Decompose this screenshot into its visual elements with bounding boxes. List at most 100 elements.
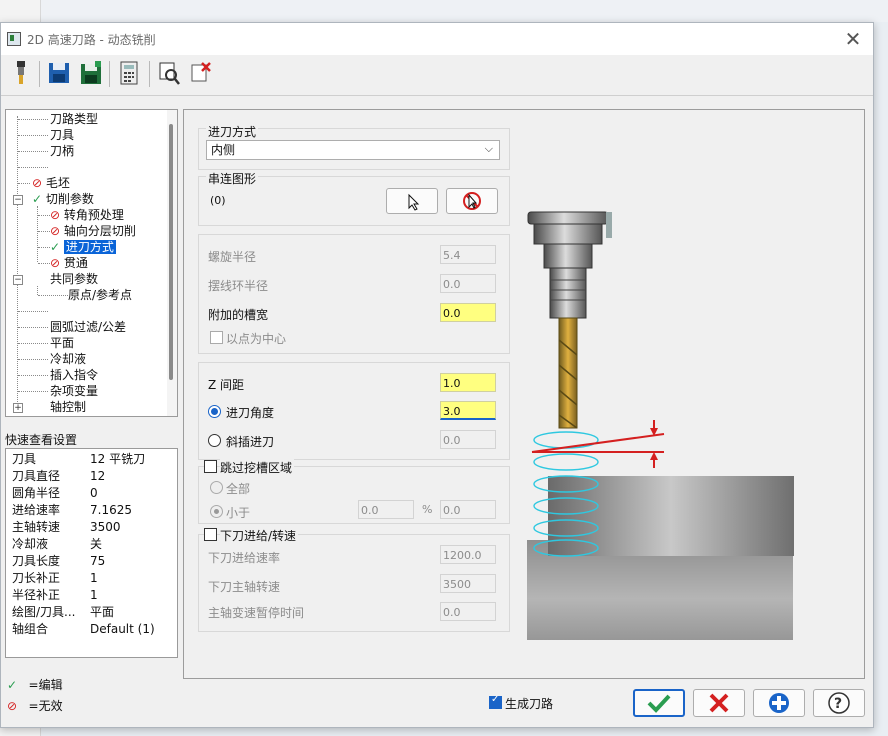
quick-settings-title: 快速查看设置 <box>5 433 78 447</box>
cancel-button[interactable] <box>693 689 745 717</box>
entry-angle-radio[interactable] <box>208 405 221 418</box>
tree-item-label: 插入指令 <box>50 368 99 382</box>
row-key: 进给速率 <box>12 503 61 517</box>
plunge-checkbox[interactable] <box>204 528 217 541</box>
invalid-icon: ⊘ <box>50 208 61 222</box>
percent-label: % <box>422 503 433 516</box>
edited-icon: ✓ <box>50 240 61 254</box>
less-than-radio[interactable] <box>210 505 223 518</box>
chevron-down-icon: ⌵ <box>484 142 493 155</box>
help-button[interactable]: ? <box>813 689 865 717</box>
table-row: 轴组合 Default (1) <box>12 621 172 638</box>
tree-item-corner-preprocess[interactable]: ⊘ 转角预处理 <box>50 207 124 223</box>
tree-item-label: 刀柄 <box>50 144 75 158</box>
plunge-feed-field[interactable]: 1200.0 <box>440 545 496 564</box>
collapse-icon[interactable]: − <box>13 195 23 205</box>
tree-item-misc-values[interactable]: 杂项变量 <box>50 383 98 399</box>
entry-illustration <box>527 211 794 640</box>
toolbar-separator <box>109 61 110 87</box>
invalid-icon: ⊘ <box>32 176 43 190</box>
plunge-label: 下刀进给/转速 <box>220 527 299 544</box>
entry-method-value: 内侧 <box>211 143 236 157</box>
background-app <box>0 0 888 22</box>
z-step-label: Z 间距 <box>208 378 245 392</box>
less-than-abs-field[interactable]: 0.0 <box>440 500 496 519</box>
tool-icon[interactable] <box>9 60 33 86</box>
tree-item-tool[interactable]: 刀具 <box>50 127 74 143</box>
tree-item-label: 切削参数 <box>45 192 94 206</box>
tree-item-label: 刀具 <box>50 128 75 142</box>
tree-item-linking[interactable]: 共同参数 <box>50 271 98 287</box>
trochoid-radius-label: 摆线环半径 <box>208 279 269 293</box>
ramp-entry-field[interactable]: 0.0 <box>440 430 496 449</box>
center-on-point-label: 以点为中心 <box>226 332 287 346</box>
quick-settings-table: 刀具 12 平铣刀 刀具直径 12 圆角半径 0 进给速率 7.1625 主轴转速 350… <box>5 448 178 658</box>
legend-invalid: ⊘ =无效 <box>7 697 63 714</box>
entry-angle-field[interactable]: 3.0 <box>440 401 496 420</box>
plunge-spindle-field[interactable]: 3500 <box>440 574 496 593</box>
tree-item-stock[interactable]: ⊘ 毛坯 <box>32 175 70 191</box>
z-step-field[interactable]: 1.0 <box>440 373 496 392</box>
svg-text:?: ? <box>834 696 842 712</box>
row-value: 3500 <box>90 520 121 534</box>
tree-item-label: 共同参数 <box>50 272 99 286</box>
save-icon[interactable] <box>47 60 71 86</box>
entry-method-select[interactable]: 内侧 ⌵ <box>206 140 500 160</box>
window-title: 2D 高速刀路 - 动态铣削 <box>27 33 156 47</box>
legend-edited: ✓ =编辑 <box>7 676 63 693</box>
extra-slot-field[interactable]: 0.0 <box>440 303 496 322</box>
edited-icon: ✓ <box>7 678 18 692</box>
tree-item-coolant[interactable]: 冷却液 <box>50 351 86 367</box>
tree-item-label: 平面 <box>50 336 75 350</box>
plunge-spindle-label: 下刀主轴转速 <box>208 580 281 594</box>
clear-chain-button[interactable] <box>446 188 498 214</box>
tree-item-toolpath-type[interactable]: 刀路类型 <box>50 111 98 127</box>
tree-item-holder[interactable]: 刀柄 <box>50 143 74 159</box>
skip-pocket-checkbox[interactable] <box>204 460 217 473</box>
chain-count: (0) <box>210 194 226 207</box>
less-than-percent-field[interactable]: 0.0 <box>358 500 414 519</box>
tree-item-label: 贯通 <box>63 256 88 270</box>
row-key: 刀具长度 <box>12 554 61 568</box>
generate-toolpath-checkbox[interactable] <box>489 694 502 709</box>
tree-scrollbar[interactable] <box>167 110 177 416</box>
dwell-field[interactable]: 0.0 <box>440 602 496 621</box>
row-key: 刀具直径 <box>12 469 61 483</box>
tree-item-label: 轴向分层切削 <box>63 224 136 238</box>
tree-item-label: 刀路类型 <box>50 112 99 126</box>
helix-radius-field[interactable]: 5.4 <box>440 245 496 264</box>
collapse-icon[interactable]: − <box>13 275 23 285</box>
stock-top-shape <box>548 476 794 556</box>
apply-button[interactable] <box>753 689 805 717</box>
clear-icon[interactable] <box>189 60 213 86</box>
tree-item-arc-filter[interactable]: 圆弧过滤/公差 <box>50 319 126 335</box>
ramp-entry-radio[interactable] <box>208 434 221 447</box>
dialog-window: 2D 高速刀路 - 动态铣削 ✕ 刀路类型 刀具 刀柄 ⊘ 毛坯 − ✓ 切削参… <box>0 22 874 728</box>
scrollbar-thumb[interactable] <box>169 124 173 380</box>
all-radio[interactable] <box>210 481 223 494</box>
tree-item-planes[interactable]: 平面 <box>50 335 74 351</box>
helix-radius-label: 螺旋半径 <box>208 250 257 264</box>
preview-icon[interactable] <box>157 60 181 86</box>
tree-item-canned-text[interactable]: 插入指令 <box>50 367 98 383</box>
save-all-icon[interactable] <box>79 60 103 86</box>
row-key: 轴组合 <box>12 622 49 636</box>
tree-item-entry-method[interactable]: ✓ 进刀方式 <box>50 239 116 255</box>
select-chain-button[interactable] <box>386 188 438 214</box>
tree-item-cut-params[interactable]: ✓ 切削参数 <box>32 191 94 207</box>
entry-method-label: 进刀方式 <box>206 123 259 140</box>
table-row: 刀具 12 平铣刀 <box>12 451 172 468</box>
expand-icon[interactable]: + <box>13 403 23 413</box>
calculator-icon[interactable] <box>117 60 141 86</box>
center-on-point-checkbox[interactable] <box>210 331 223 344</box>
tree-item-label: 杂项变量 <box>50 384 99 398</box>
ok-button[interactable] <box>633 689 685 717</box>
trochoid-radius-field[interactable]: 0.0 <box>440 274 496 293</box>
tree-item-home[interactable]: 原点/参考点 <box>68 287 132 303</box>
tree-item-break-through[interactable]: ⊘ 贯通 <box>50 255 88 271</box>
close-icon[interactable]: ✕ <box>841 27 865 51</box>
tree-item-depth-cuts[interactable]: ⊘ 轴向分层切削 <box>50 223 136 239</box>
tree-item-axis-control[interactable]: 轴控制 <box>50 399 86 415</box>
tree-item-label: 轴控制 <box>50 400 87 414</box>
entry-angle-label: 进刀角度 <box>226 406 275 420</box>
